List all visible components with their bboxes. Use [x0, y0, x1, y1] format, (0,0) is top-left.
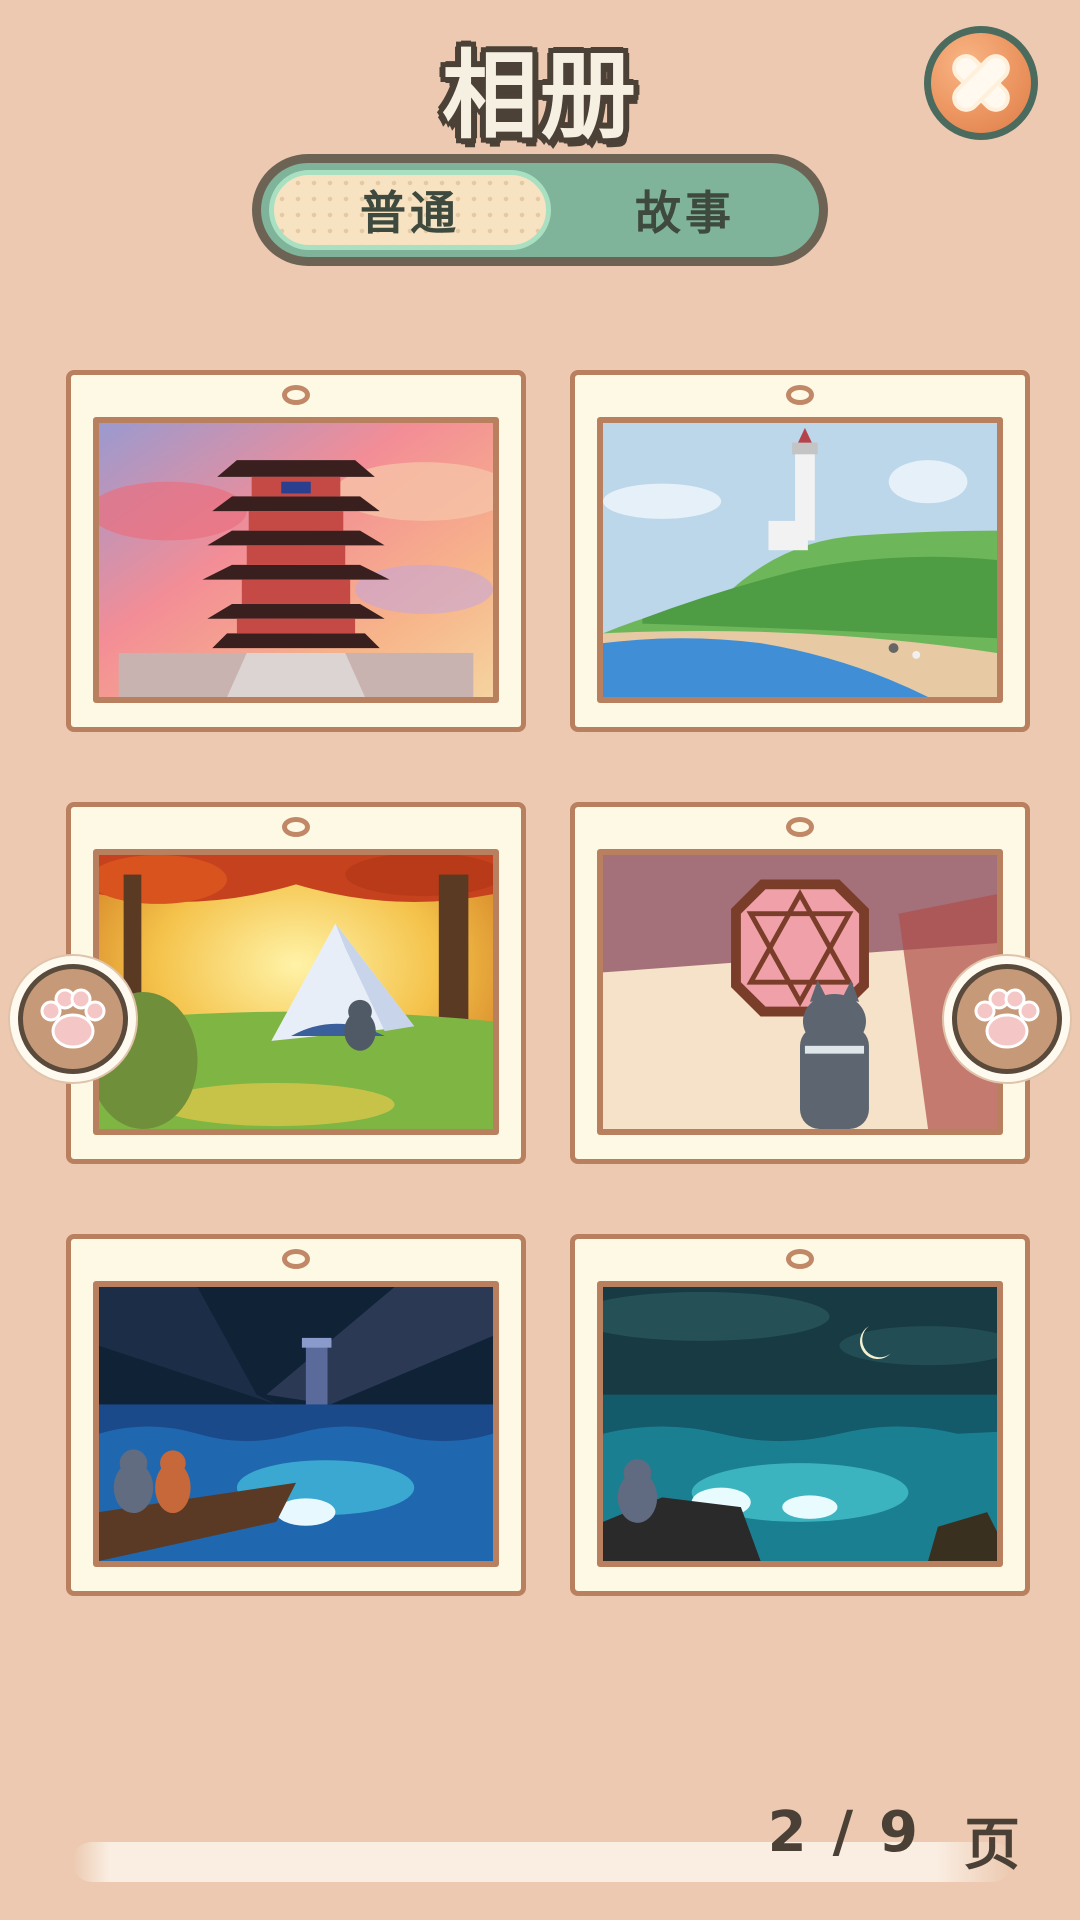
tab-normal[interactable]: 普通 — [269, 170, 551, 250]
photo-window — [597, 849, 1003, 1135]
total-pages: 9 — [879, 1800, 918, 1865]
photo-card-lighthouse-hill[interactable] — [570, 370, 1030, 732]
current-page: 2 — [767, 1800, 807, 1865]
hanging-hole — [282, 817, 310, 837]
tab-story[interactable]: 故事 — [551, 163, 819, 257]
close-button[interactable] — [924, 26, 1038, 140]
page-separator: / — [832, 1800, 854, 1865]
next-page-button[interactable] — [944, 956, 1070, 1082]
hanging-hole — [282, 1249, 310, 1269]
hanging-hole — [786, 385, 814, 405]
photo-card-moon-sea[interactable] — [570, 1234, 1030, 1596]
photo-pier-night — [93, 1281, 499, 1567]
hanging-hole — [786, 1249, 814, 1269]
prev-page-button[interactable] — [10, 956, 136, 1082]
tab-bar: 普通 故事 — [252, 154, 828, 266]
paw-prev-icon — [18, 964, 128, 1074]
tab-track: 普通 故事 — [261, 163, 819, 257]
hanging-hole — [786, 817, 814, 837]
photo-pagoda — [93, 417, 499, 703]
close-icon — [931, 33, 1031, 133]
page-title: 相册 — [442, 40, 638, 152]
photo-lighthouse-hill — [597, 417, 1003, 703]
hanging-hole — [282, 385, 310, 405]
photo-moon-sea — [597, 1281, 1003, 1567]
page-indicator: 2 / 9 页 — [760, 1800, 1020, 1881]
photo-card-tent[interactable] — [66, 802, 526, 1164]
paw-next-icon — [952, 964, 1062, 1074]
page-unit: 页 — [964, 1813, 1020, 1878]
photo-tent — [93, 849, 499, 1135]
photo-card-pier-night[interactable] — [66, 1234, 526, 1596]
photo-card-pagoda[interactable] — [66, 370, 526, 732]
